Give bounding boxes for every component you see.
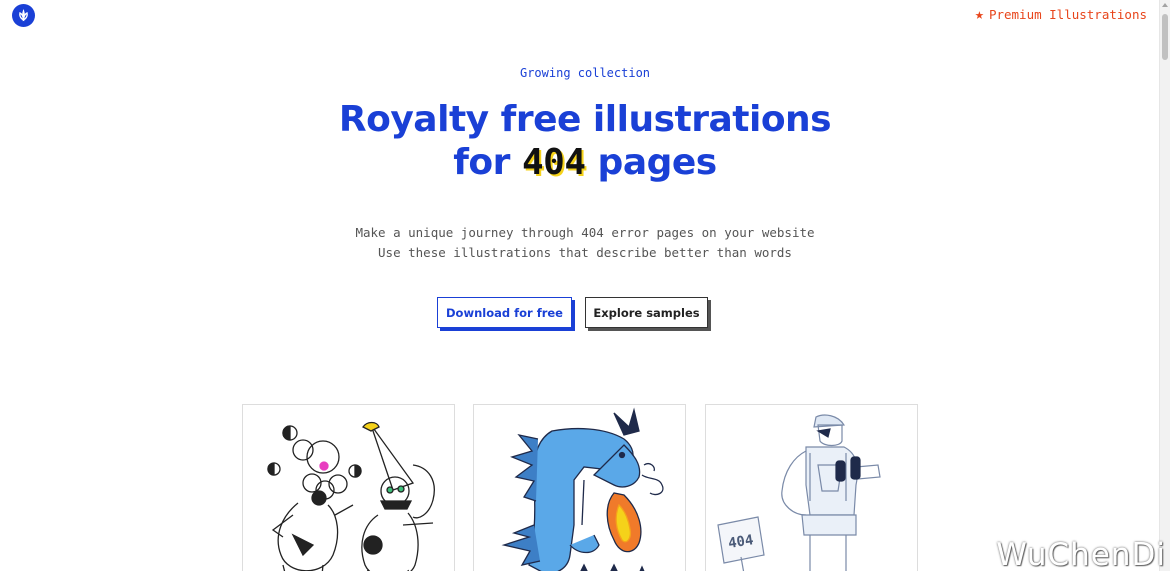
title-suffix: pages <box>597 142 718 183</box>
premium-label: Premium Illustrations <box>988 7 1147 22</box>
subtitle-line-1: Make a unique journey through 404 error … <box>355 225 815 240</box>
title-prefix: for <box>453 142 510 183</box>
premium-illustrations-link[interactable]: ★ Premium Illustrations <box>974 5 1147 23</box>
illustration-card-tourist[interactable]: 404 <box>705 404 918 571</box>
subtitle: Make a unique journey through 404 error … <box>0 223 1170 263</box>
leaf-icon <box>19 9 28 22</box>
title-line-1: Royalty free illustrations <box>338 99 832 140</box>
illustration-card-dragon[interactable] <box>473 404 686 571</box>
watermark: WuChenDi <box>996 537 1166 571</box>
scroll-up-arrow-icon[interactable] <box>1162 3 1168 7</box>
dragon-illustration <box>501 407 664 571</box>
title-line-2: for 404 pages <box>0 141 1170 184</box>
logo[interactable] <box>12 4 35 27</box>
title-highlight-404: 404 <box>521 142 586 183</box>
subtitle-line-2: Use these illustrations that describe be… <box>378 245 792 260</box>
vertical-scrollbar[interactable] <box>1159 0 1170 571</box>
download-button[interactable]: Download for free <box>437 297 572 328</box>
clowns-illustration <box>267 421 435 571</box>
page: ★ Premium Illustrations Growing collecti… <box>0 0 1170 571</box>
scrollbar-thumb[interactable] <box>1162 14 1168 60</box>
eyebrow-text: Growing collection <box>519 66 651 80</box>
star-icon: ★ <box>974 5 984 23</box>
explore-samples-button[interactable]: Explore samples <box>585 297 708 328</box>
tourist-illustration: 404 <box>717 414 881 571</box>
page-title: Royalty free illustrations for 404 pages <box>0 98 1170 184</box>
illustration-card-clowns[interactable] <box>242 404 455 571</box>
